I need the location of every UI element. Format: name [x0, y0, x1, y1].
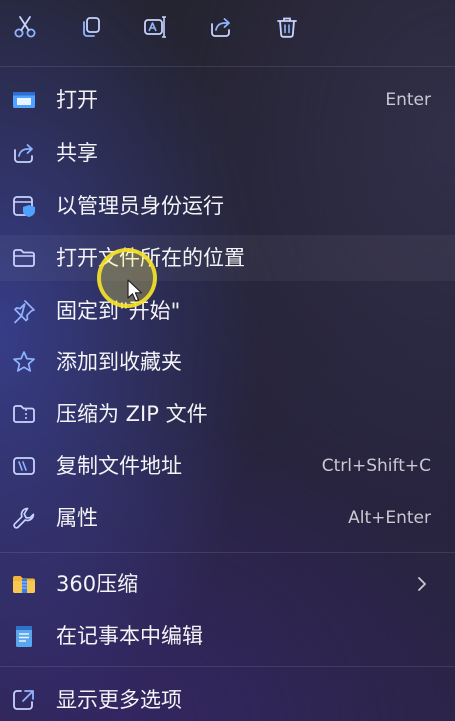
menu-item-share[interactable]: 共享 — [0, 130, 455, 176]
scissors-icon — [14, 16, 36, 38]
context-menu-toolbar — [0, 0, 455, 60]
trash-icon — [277, 17, 297, 38]
open-window-icon — [10, 87, 38, 113]
menu-item-pin-to-start[interactable]: 固定到"开始" — [0, 288, 455, 334]
share-icon — [10, 140, 38, 166]
menu-item-copy-path[interactable]: 复制文件地址 Ctrl+Shift+C — [0, 443, 455, 489]
menu-item-label: 360压缩 — [56, 572, 139, 596]
copy-icon — [83, 17, 100, 37]
menu-item-properties[interactable]: 属性 Alt+Enter — [0, 495, 455, 541]
copy-path-icon — [10, 453, 38, 479]
menu-item-open-file-location[interactable]: 打开文件所在的位置 — [0, 235, 455, 281]
wrench-icon — [10, 505, 38, 531]
menu-item-360-zip[interactable]: 360压缩 — [0, 561, 455, 607]
menu-item-edit-in-notepad[interactable]: 在记事本中编辑 — [0, 613, 455, 659]
menu-item-compress-zip[interactable]: 压缩为 ZIP 文件 — [0, 391, 455, 437]
share-button[interactable] — [204, 10, 238, 44]
menu-item-label: 打开 — [56, 88, 98, 112]
shield-window-icon — [10, 193, 38, 219]
menu-item-label: 复制文件地址 — [56, 454, 182, 478]
rename-button[interactable] — [138, 10, 172, 44]
menu-item-label: 打开文件所在的位置 — [56, 246, 245, 270]
context-menu: 打开 Enter 共享 以管理员身份运行 打开文件所在的位置 固定到"开始" 添… — [0, 0, 455, 721]
menu-item-shortcut: Enter — [385, 90, 431, 110]
star-icon — [10, 349, 38, 375]
toolbar-divider — [0, 66, 455, 67]
menu-item-show-more-options[interactable]: 显示更多选项 — [0, 677, 455, 721]
menu-item-label: 在记事本中编辑 — [56, 624, 203, 648]
menu-item-label: 属性 — [56, 506, 98, 530]
menu-item-run-as-admin[interactable]: 以管理员身份运行 — [0, 183, 455, 229]
menu-item-label: 固定到"开始" — [56, 299, 181, 323]
360-zip-icon — [10, 571, 38, 597]
menu-divider — [0, 666, 455, 667]
menu-item-label: 压缩为 ZIP 文件 — [56, 402, 208, 426]
chevron-right-icon — [418, 577, 426, 591]
more-options-icon — [10, 687, 38, 713]
rename-icon — [144, 16, 166, 38]
folder-icon — [10, 245, 38, 271]
menu-item-label: 以管理员身份运行 — [56, 194, 224, 218]
zip-folder-icon — [10, 401, 38, 427]
menu-item-label: 共享 — [56, 141, 98, 165]
pin-icon — [10, 298, 38, 324]
menu-item-add-to-favorites[interactable]: 添加到收藏夹 — [0, 339, 455, 385]
copy-button[interactable] — [74, 10, 108, 44]
menu-item-label: 显示更多选项 — [56, 688, 182, 712]
menu-item-open[interactable]: 打开 Enter — [0, 77, 455, 123]
menu-item-shortcut: Ctrl+Shift+C — [321, 456, 431, 476]
menu-item-shortcut: Alt+Enter — [348, 508, 431, 528]
menu-item-label: 添加到收藏夹 — [56, 350, 182, 374]
delete-button[interactable] — [270, 10, 304, 44]
notepad-icon — [10, 623, 38, 649]
share-icon — [211, 18, 230, 37]
cut-button[interactable] — [8, 10, 42, 44]
menu-divider — [0, 552, 455, 553]
